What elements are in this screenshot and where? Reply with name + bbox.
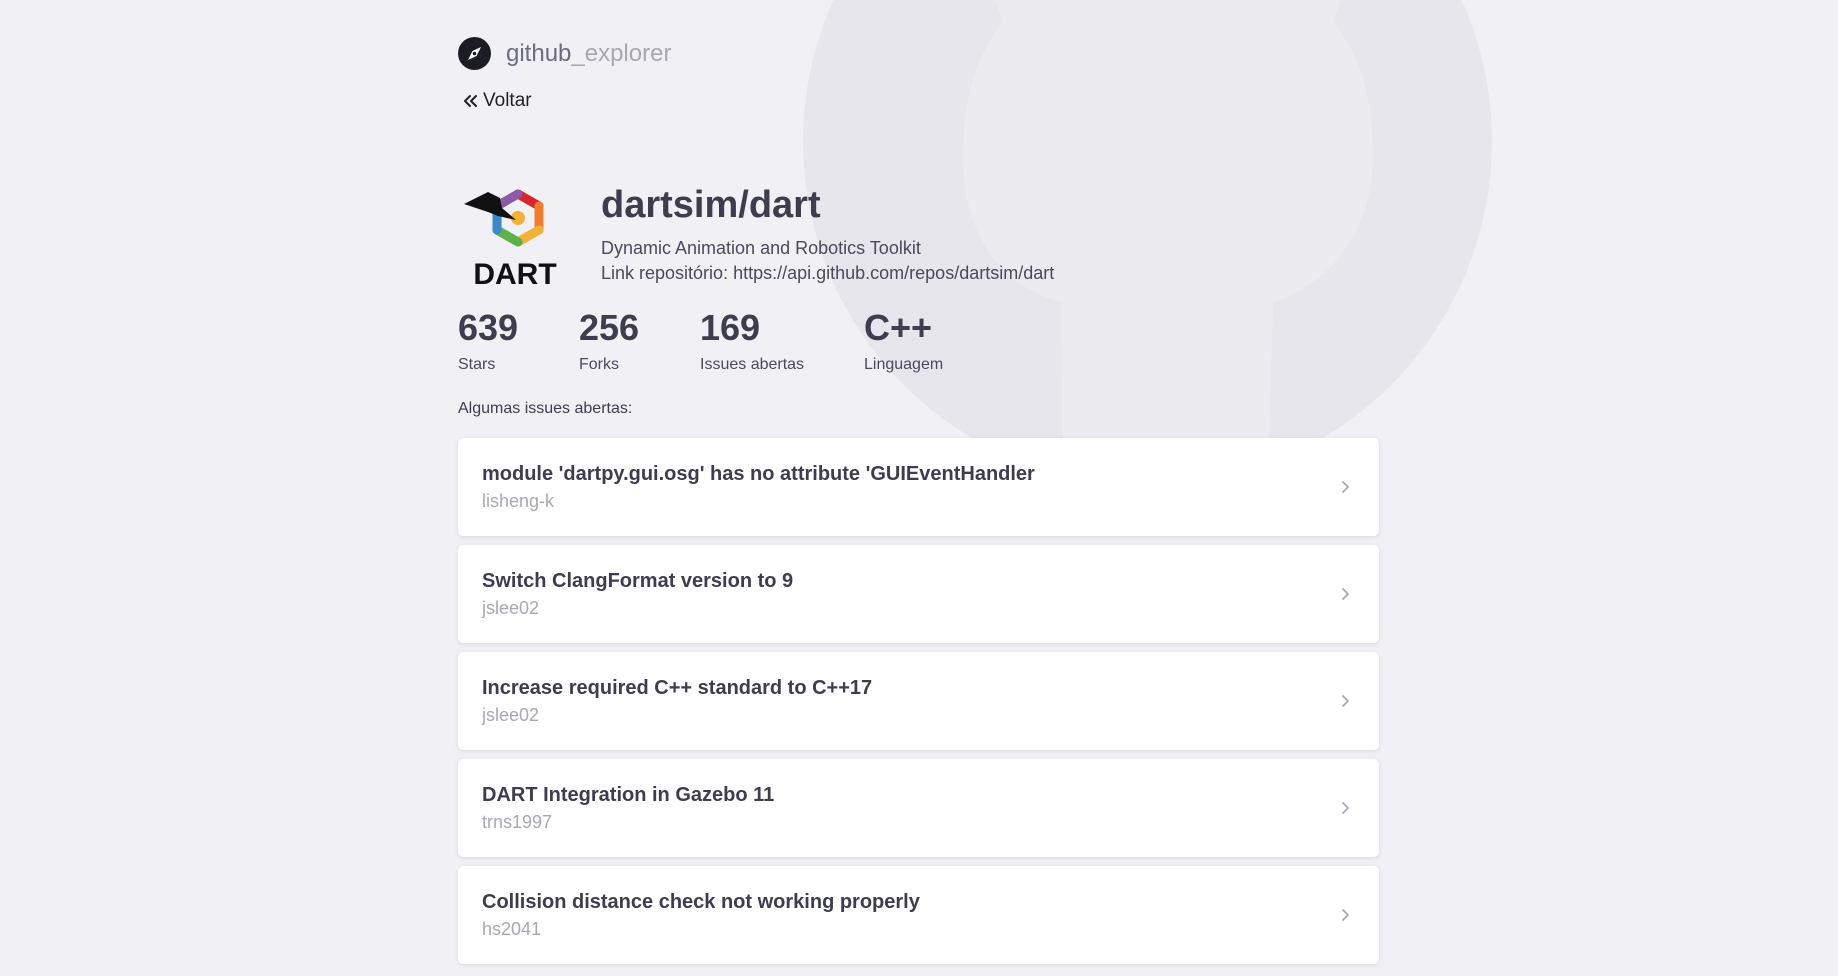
repo-info: dartsim/dart Dynamic Animation and Robot… — [601, 184, 1055, 286]
repo-description: Dynamic Animation and Robotics Toolkit — [601, 237, 921, 258]
repo-title: dartsim/dart — [601, 184, 821, 226]
stat-label: Issues abertas — [700, 356, 805, 373]
issue-text: Switch ClangFormat version to 9 jslee02 — [482, 568, 1335, 620]
repo-avatar: DART — [464, 189, 557, 291]
stat-label: Forks — [579, 356, 619, 373]
issue-title: DART Integration in Gazebo 11 — [482, 784, 775, 806]
issues-section-label: Algumas issues abertas: — [458, 400, 633, 417]
issue-text: module 'dartpy.gui.osg' has no attribute… — [482, 461, 1335, 513]
issue-text: Increase required C++ standard to C++17 … — [482, 675, 1335, 727]
brand-name-bold: github — [506, 39, 572, 67]
chevron-right-icon — [1342, 481, 1349, 493]
stat-forks: 256 Forks — [579, 310, 700, 374]
stat-language: C++ Linguagem — [864, 310, 984, 374]
issue-card[interactable]: Switch ClangFormat version to 9 jslee02 — [458, 545, 1379, 643]
repo-stats: 639 Stars 256 Forks 169 Issues abertas C… — [458, 310, 984, 374]
stat-label: Stars — [458, 356, 496, 373]
chevron-right-icon — [1342, 909, 1349, 921]
issue-title: Increase required C++ standard to C++17 — [482, 677, 873, 699]
issue-text: Collision distance check not working pro… — [482, 889, 1335, 941]
issue-author: trns1997 — [482, 812, 553, 832]
repo-logo-text: DART — [473, 258, 556, 291]
stat-stars: 639 Stars — [458, 310, 579, 374]
repo-link: Link repositório: https://api.github.com… — [601, 262, 1055, 283]
issue-title: Switch ClangFormat version to 9 — [482, 570, 794, 592]
stat-open-issues: 169 Issues abertas — [700, 310, 864, 374]
chevron-right-icon — [1342, 588, 1349, 600]
issue-author: jslee02 — [482, 598, 540, 618]
chevron-right-icon — [1342, 695, 1349, 707]
brand-name: github_explorer — [506, 40, 671, 68]
stat-value: 169 — [700, 307, 761, 348]
stat-value: 256 — [579, 307, 640, 348]
issue-author: lisheng-k — [482, 491, 555, 511]
back-label: Voltar — [483, 90, 532, 111]
issue-author: jslee02 — [482, 705, 540, 725]
stat-value: C++ — [864, 307, 933, 348]
repo-header: DART dartsim/dart Dynamic Animation and … — [458, 178, 1054, 293]
issue-card[interactable]: Collision distance check not working pro… — [458, 866, 1379, 964]
issue-title: Collision distance check not working pro… — [482, 891, 920, 913]
back-link[interactable]: Voltar — [461, 90, 532, 112]
issue-author: hs2041 — [482, 919, 542, 939]
compass-icon — [458, 37, 491, 70]
issue-card[interactable]: Increase required C++ standard to C++17 … — [458, 652, 1379, 750]
issue-title: module 'dartpy.gui.osg' has no attribute… — [482, 463, 1035, 485]
issue-card[interactable]: module 'dartpy.gui.osg' has no attribute… — [458, 438, 1379, 536]
issues-list: module 'dartpy.gui.osg' has no attribute… — [458, 438, 1379, 973]
brand-logo[interactable]: github_explorer — [458, 37, 671, 70]
issue-text: DART Integration in Gazebo 11 trns1997 — [482, 782, 1335, 834]
brand-name-light: _explorer — [571, 39, 672, 67]
stat-label: Linguagem — [864, 356, 944, 373]
chevron-right-icon — [1342, 802, 1349, 814]
stat-value: 639 — [458, 307, 519, 348]
double-chevron-left-icon — [464, 95, 477, 107]
issue-card[interactable]: DART Integration in Gazebo 11 trns1997 — [458, 759, 1379, 857]
